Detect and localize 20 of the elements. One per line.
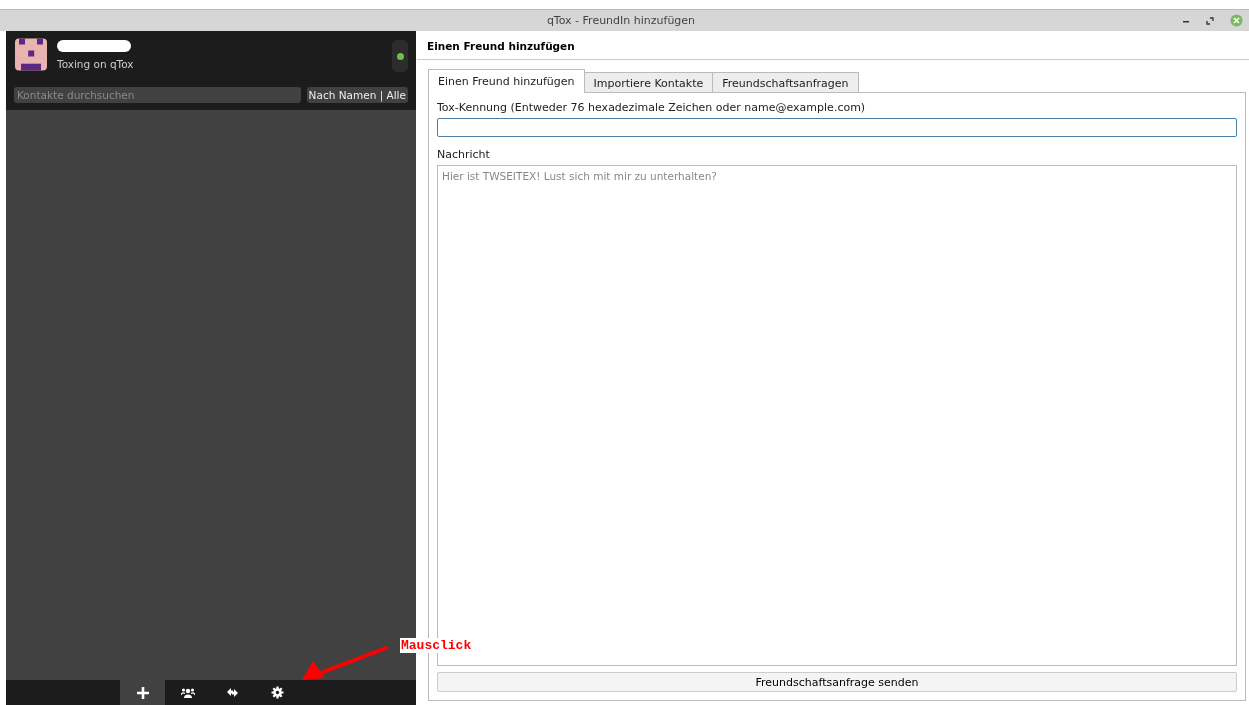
avatar-icon[interactable] [15,38,47,71]
tab[interactable]: Einen Freund hinzufügen [428,69,585,93]
filter-button[interactable]: Nach Namen | Alle [306,87,408,103]
tab[interactable]: Freundschaftsanfragen [712,72,859,93]
field-label: Tox-Kennung (Entweder 76 hexadezimale Zeichen oder name@example.com) [437,101,867,114]
window-title: qTox - FreundIn hinzufügen [545,14,697,27]
plus-icon [135,685,150,700]
add-button[interactable] [120,680,165,705]
status-button[interactable] [392,40,408,72]
gear-icon [271,686,284,699]
annotation-text: Mausclick [400,638,473,653]
field-label: Nachricht [437,148,491,161]
group-icon [180,686,195,699]
arrows-icon [226,686,239,699]
restore-icon[interactable] [1206,16,1214,25]
search-field[interactable]: Kontakte durchsuchen [14,87,301,103]
tox-id-field[interactable] [437,118,1237,137]
status-message: Toxing on qTox [57,58,135,70]
page-heading: Einen Freund hinzufügen [417,31,1249,60]
send-button[interactable]: Freundschaftsanfrage senden [437,672,1237,692]
